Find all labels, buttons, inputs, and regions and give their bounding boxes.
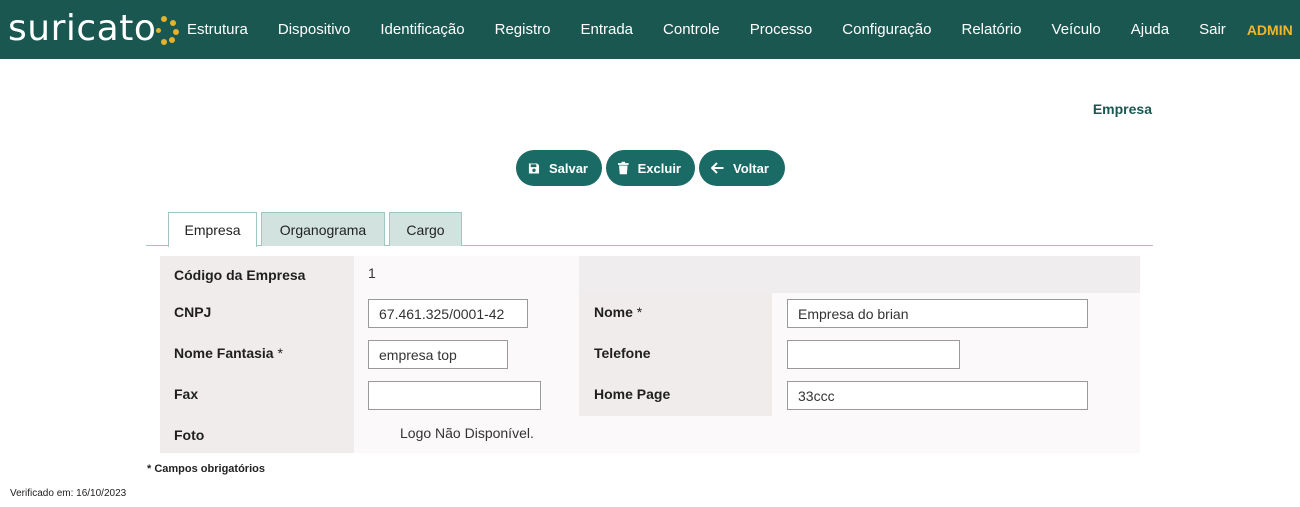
tab-bar: Empresa Organograma Cargo bbox=[146, 212, 1153, 247]
menu-item-controle[interactable]: Controle bbox=[648, 21, 735, 38]
delete-button-label: Excluir bbox=[637, 160, 681, 176]
menu-item-registro[interactable]: Registro bbox=[480, 21, 566, 38]
action-toolbar: Salvar Excluir Voltar bbox=[516, 150, 785, 186]
nome-label: Nome * bbox=[594, 304, 642, 320]
arrow-left-icon bbox=[711, 162, 724, 174]
menu-item-ajuda[interactable]: Ajuda bbox=[1116, 21, 1184, 38]
nome-label-text: Nome bbox=[594, 304, 633, 320]
home-page-input[interactable]: 33ccc bbox=[787, 381, 1088, 410]
menu-item-identificacao[interactable]: Identificação bbox=[365, 21, 479, 38]
trash-icon bbox=[618, 161, 629, 175]
suricato-logo[interactable]: suricato bbox=[8, 7, 180, 51]
menu-item-processo[interactable]: Processo bbox=[735, 21, 828, 38]
tab-empresa[interactable]: Empresa bbox=[168, 212, 257, 247]
menu-item-dispositivo[interactable]: Dispositivo bbox=[263, 21, 366, 38]
tab-cargo[interactable]: Cargo bbox=[389, 212, 462, 246]
main-menu: Estrutura Dispositivo Identificação Regi… bbox=[172, 0, 1300, 59]
save-button-label: Salvar bbox=[548, 160, 588, 176]
menu-item-entrada[interactable]: Entrada bbox=[565, 21, 648, 38]
top-navigation-bar: suricato Estrutura Dispositivo Identific… bbox=[0, 0, 1300, 59]
nome-fantasia-input[interactable]: empresa top bbox=[368, 340, 508, 369]
fax-input[interactable] bbox=[368, 381, 541, 410]
nome-required-mark: * bbox=[636, 304, 643, 320]
fax-label: Fax bbox=[174, 386, 199, 402]
header-blank-cell bbox=[579, 256, 1140, 293]
logo-text: suricato bbox=[8, 8, 157, 49]
cnpj-input[interactable]: 67.461.325/0001-42 bbox=[368, 299, 528, 328]
delete-button[interactable]: Excluir bbox=[606, 150, 695, 186]
tab-organograma[interactable]: Organograma bbox=[261, 212, 385, 246]
menu-item-veiculo[interactable]: Veículo bbox=[1037, 21, 1116, 38]
back-button-label: Voltar bbox=[733, 160, 769, 176]
required-fields-note: * Campos obrigatórios bbox=[147, 463, 265, 475]
back-button[interactable]: Voltar bbox=[699, 150, 785, 186]
page-title: Empresa bbox=[1092, 101, 1152, 117]
telefone-label: Telefone bbox=[594, 345, 651, 361]
menu-item-estrutura[interactable]: Estrutura bbox=[172, 21, 263, 38]
save-icon bbox=[528, 162, 540, 174]
nome-input[interactable]: Empresa do brian bbox=[787, 299, 1088, 328]
nome-fantasia-required-mark: * bbox=[277, 345, 283, 361]
nome-fantasia-label: Nome Fantasia * bbox=[174, 345, 283, 361]
company-form: Código da Empresa 1 CNPJ 67.461.325/0001… bbox=[160, 256, 1140, 453]
foto-unavailable-text: Logo Não Disponível. bbox=[400, 425, 534, 441]
cnpj-label: CNPJ bbox=[174, 304, 212, 320]
foto-value-cell bbox=[579, 416, 1140, 453]
home-page-label: Home Page bbox=[594, 386, 671, 402]
codigo-value: 1 bbox=[368, 265, 376, 281]
menu-item-relatorio[interactable]: Relatório bbox=[947, 21, 1037, 38]
user-name[interactable]: ADMIN bbox=[1241, 22, 1300, 38]
codigo-label: Código da Empresa bbox=[174, 267, 306, 283]
verified-date: Verificado em: 16/10/2023 bbox=[10, 488, 127, 499]
telefone-input[interactable] bbox=[787, 340, 960, 369]
menu-item-sair[interactable]: Sair bbox=[1184, 21, 1241, 38]
nome-fantasia-label-text: Nome Fantasia bbox=[174, 345, 274, 361]
menu-item-configuracao[interactable]: Configuração bbox=[827, 21, 946, 38]
foto-label: Foto bbox=[174, 427, 205, 443]
save-button[interactable]: Salvar bbox=[516, 150, 602, 186]
